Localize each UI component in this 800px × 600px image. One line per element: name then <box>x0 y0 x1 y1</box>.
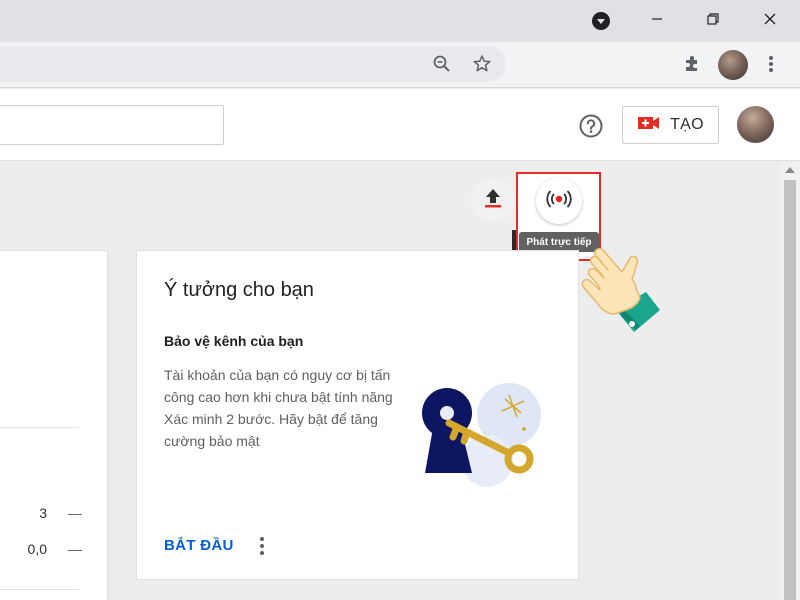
metric-value: 3 <box>39 505 47 521</box>
profile-indicator-icon[interactable] <box>592 12 610 30</box>
keyhole-key-illustration <box>417 383 547 488</box>
metric-trend: — <box>68 505 82 521</box>
upload-icon <box>483 187 503 214</box>
create-button[interactable]: TẠO <box>622 106 719 144</box>
minimize-icon[interactable] <box>642 6 672 32</box>
channel-avatar[interactable] <box>737 106 774 143</box>
help-icon[interactable] <box>578 113 604 139</box>
extensions-icon[interactable] <box>679 51 705 77</box>
browser-toolbar <box>0 42 800 88</box>
bookmark-star-icon[interactable] <box>469 51 495 77</box>
search-input[interactable] <box>0 105 224 145</box>
upload-button[interactable] <box>471 178 515 222</box>
scrollbar[interactable] <box>780 162 800 600</box>
card-more-options-icon[interactable] <box>255 535 269 557</box>
browser-title-bar <box>0 0 800 42</box>
go-live-button[interactable] <box>536 178 582 224</box>
metric-trend: — <box>68 541 82 557</box>
ideas-card: Ý tưởng cho bạn Bảo vệ kênh của bạn Tài … <box>136 250 579 580</box>
close-icon[interactable] <box>755 6 785 32</box>
restore-icon[interactable] <box>698 6 728 32</box>
analytics-card: 3 — 0,0 — <box>0 250 108 600</box>
pointing-hand-icon <box>576 244 666 344</box>
scroll-up-arrow-icon[interactable] <box>785 167 795 173</box>
card-subtitle: Bảo vệ kênh của bạn <box>164 333 304 349</box>
metric-value: 0,0 <box>27 541 47 557</box>
card-divider <box>0 589 79 590</box>
broadcast-icon <box>545 189 573 214</box>
video-camera-plus-icon <box>637 114 661 137</box>
studio-header: TẠO <box>0 89 800 161</box>
card-title: Ý tưởng cho bạn <box>164 279 314 301</box>
scrollbar-thumb[interactable] <box>784 180 796 600</box>
start-button[interactable]: BẮT ĐẦU <box>164 537 234 554</box>
card-description: Tài khoản của bạn có nguy cơ bị tấn công… <box>164 367 393 449</box>
zoom-out-icon[interactable] <box>429 51 455 77</box>
card-divider <box>0 427 79 428</box>
profile-avatar[interactable] <box>718 50 748 80</box>
create-button-label: TẠO <box>670 116 704 133</box>
kebab-menu-icon[interactable] <box>758 51 784 77</box>
